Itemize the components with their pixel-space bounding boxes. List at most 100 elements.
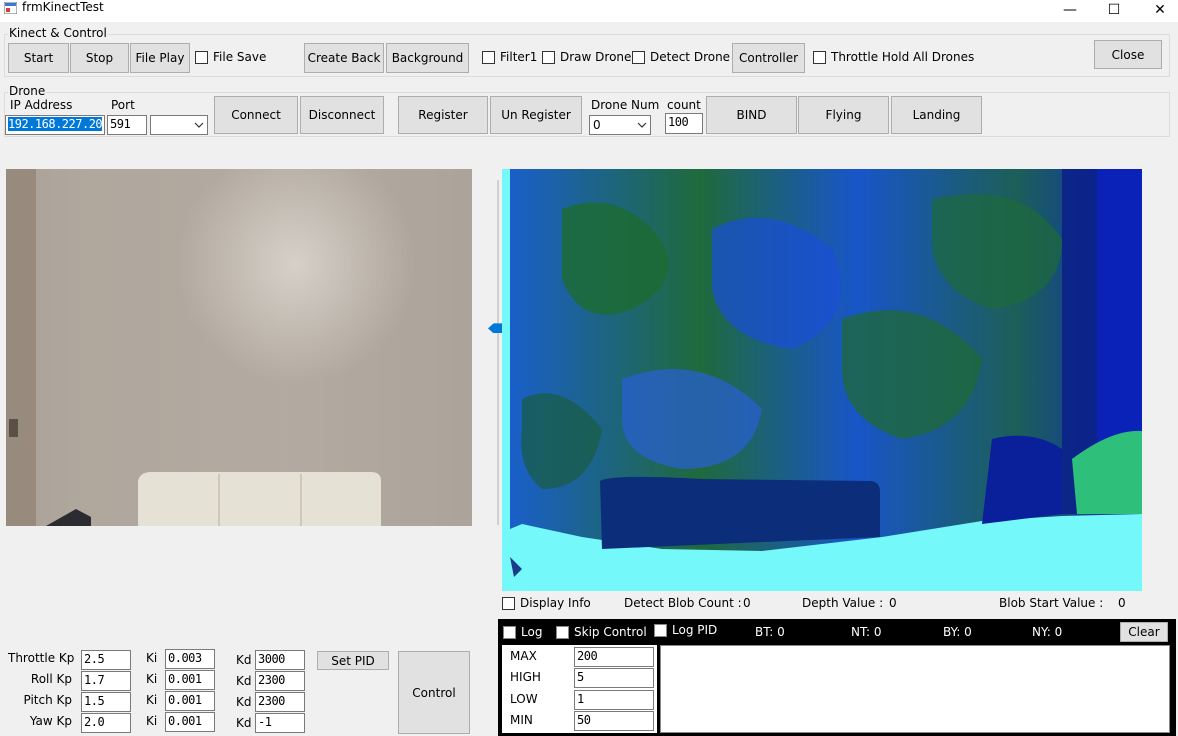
log-output[interactable] [660, 645, 1170, 733]
door-handle-shape [9, 419, 18, 437]
stop-button[interactable]: Stop [70, 43, 129, 73]
control-button[interactable]: Control [398, 651, 470, 734]
kp-input[interactable]: 2.0 [81, 713, 131, 733]
set-pid-button[interactable]: Set PID [317, 651, 389, 670]
threshold-label: MIN [510, 713, 533, 727]
draw-drone-box[interactable] [542, 50, 555, 64]
start-button[interactable]: Start [8, 43, 69, 73]
app-icon [4, 2, 17, 14]
log-box[interactable] [503, 625, 516, 639]
window-close-button[interactable]: ✕ [1137, 0, 1178, 20]
flying-button[interactable]: Flying [798, 96, 889, 134]
ip-address-input[interactable]: 192.168.227.20 [5, 115, 105, 135]
blob-start-value: 0 [1118, 596, 1126, 610]
log-pid-box[interactable] [654, 623, 667, 637]
kd-label: Kd [236, 716, 252, 730]
detect-drone-label: Detect Drone [650, 50, 731, 64]
ip-address-label: IP Address [10, 98, 73, 112]
port-input[interactable]: 591 [107, 115, 147, 135]
drone-num-combo[interactable]: 0 [589, 115, 651, 135]
count-input[interactable]: 100 [665, 113, 703, 134]
window-title: frmKinectTest [22, 0, 104, 14]
bind-button[interactable]: BIND [706, 96, 797, 134]
ki-input[interactable]: 0.001 [165, 691, 215, 711]
log-checkbox[interactable]: Log [503, 625, 542, 639]
count-label: count [667, 98, 701, 112]
kp-input[interactable]: 1.7 [81, 671, 131, 691]
file-play-button[interactable]: File Play [130, 43, 190, 73]
blob-start-label: Blob Start Value : [999, 596, 1104, 610]
threshold-input[interactable]: 200 [574, 647, 654, 667]
landing-button[interactable]: Landing [891, 96, 982, 134]
chevron-down-icon [194, 122, 204, 128]
controller-button[interactable]: Controller [732, 43, 805, 73]
display-info-checkbox[interactable]: Display Info [502, 596, 591, 610]
threshold-label: HIGH [510, 670, 541, 684]
bt-value: BT: 0 [755, 625, 785, 639]
maximize-button[interactable]: ☐ [1091, 0, 1137, 20]
connect-button[interactable]: Connect [214, 96, 298, 134]
depth-sofa-shape [600, 476, 880, 549]
kd-input[interactable]: 2300 [255, 692, 305, 712]
drone-group-label: Drone [8, 84, 47, 98]
skip-control-label: Skip Control [574, 625, 647, 639]
kd-label: Kd [236, 653, 252, 667]
threshold-input[interactable]: 50 [574, 711, 654, 731]
depth-value: 0 [889, 596, 897, 610]
log-pid-label: Log PID [672, 623, 718, 637]
file-save-checkbox[interactable]: File Save [195, 50, 266, 64]
threshold-input[interactable]: 1 [574, 690, 654, 710]
draw-drone-checkbox[interactable]: Draw Drone [542, 50, 631, 64]
kd-label: Kd [236, 695, 252, 709]
kp-input[interactable]: 2.5 [81, 650, 131, 670]
chevron-down-icon [637, 122, 647, 128]
ki-input[interactable]: 0.001 [165, 712, 215, 732]
sofa-shape [138, 472, 381, 526]
drone-num-value: 0 [593, 118, 601, 132]
detect-blob-value: 0 [743, 596, 751, 610]
threshold-label: LOW [510, 692, 538, 706]
pid-row-label: Throttle Kp [8, 651, 75, 665]
disconnect-button[interactable]: Disconnect [300, 96, 384, 134]
kp-input[interactable]: 1.5 [81, 692, 131, 712]
port-label: Port [111, 98, 135, 112]
title-bar: frmKinectTest — ☐ ✕ [0, 0, 1178, 22]
skip-control-box[interactable] [556, 625, 569, 639]
filter1-label: Filter1 [500, 50, 538, 64]
minimize-button[interactable]: — [1047, 0, 1093, 20]
detect-drone-box[interactable] [632, 50, 645, 64]
detect-drone-checkbox[interactable]: Detect Drone [632, 50, 730, 64]
depth-slider-track[interactable] [497, 180, 499, 525]
close-button[interactable]: Close [1094, 40, 1162, 69]
depth-slider-thumb[interactable] [488, 323, 502, 334]
clear-button[interactable]: Clear [1120, 622, 1168, 642]
register-button[interactable]: Register [398, 96, 488, 134]
throttle-hold-checkbox[interactable]: Throttle Hold All Drones [813, 50, 974, 64]
kd-label: Kd [236, 674, 252, 688]
file-save-label: File Save [213, 50, 267, 64]
kd-input[interactable]: -1 [255, 713, 305, 733]
threshold-input[interactable]: 5 [574, 668, 654, 688]
ki-input[interactable]: 0.003 [165, 649, 215, 669]
skip-control-checkbox[interactable]: Skip Control [556, 625, 647, 639]
background-button[interactable]: Background [386, 43, 469, 73]
pid-row-label: Yaw Kp [29, 714, 72, 728]
throttle-hold-box[interactable] [813, 50, 826, 64]
file-save-box[interactable] [195, 50, 208, 64]
filter1-checkbox[interactable]: Filter1 [482, 50, 537, 64]
ny-value: NY: 0 [1032, 625, 1063, 639]
drone-num-label: Drone Num [591, 98, 660, 112]
create-back-button[interactable]: Create Back [304, 43, 384, 73]
throttle-hold-label: Throttle Hold All Drones [831, 50, 975, 64]
kd-input[interactable]: 2300 [255, 671, 305, 691]
nt-value: NT: 0 [851, 625, 882, 639]
ki-input[interactable]: 0.001 [165, 670, 215, 690]
filter1-box[interactable] [482, 50, 495, 64]
port-combo[interactable] [150, 115, 208, 135]
log-pid-checkbox[interactable]: Log PID [654, 623, 717, 637]
display-info-box[interactable] [502, 596, 515, 610]
unregister-button[interactable]: Un Register [490, 96, 582, 134]
ki-label: Ki [146, 651, 158, 665]
depth-view [502, 169, 1142, 591]
kd-input[interactable]: 3000 [255, 650, 305, 670]
